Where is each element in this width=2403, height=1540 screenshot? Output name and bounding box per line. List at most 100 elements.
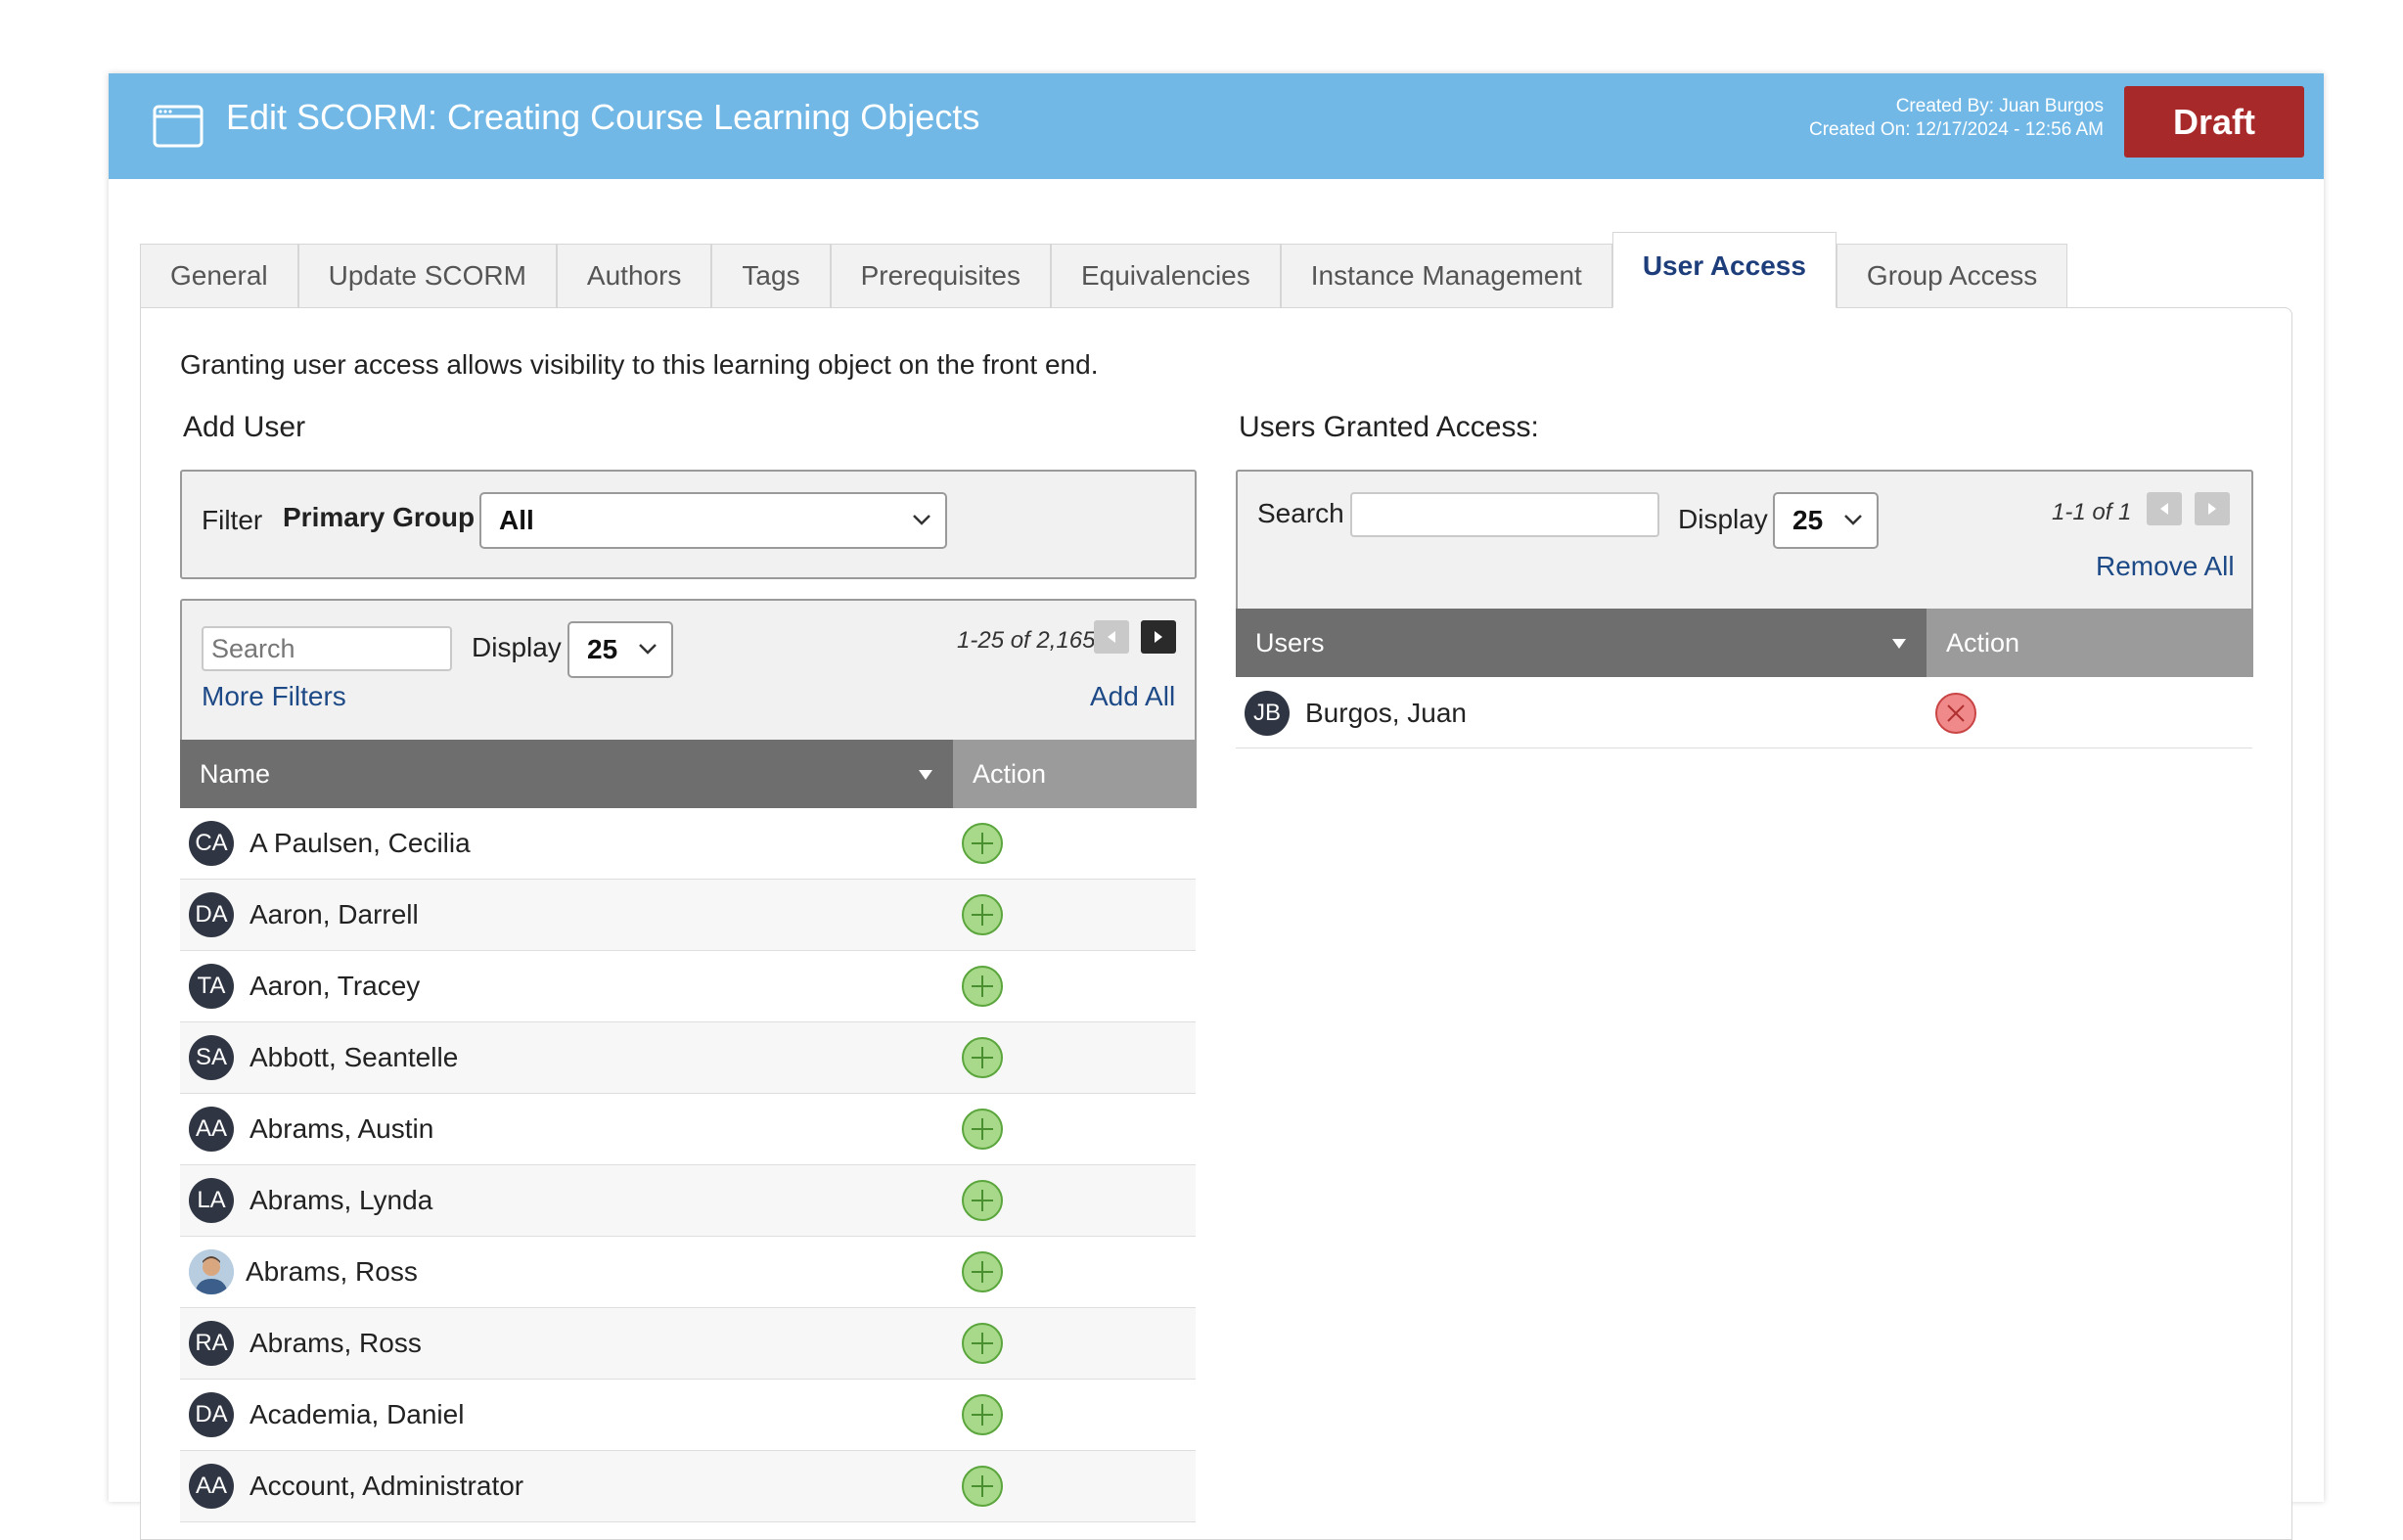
display-label: Display [472, 632, 562, 662]
tab-bar: General Update SCORM Authors Tags Prereq… [140, 232, 2068, 308]
granted-next-page-button[interactable] [2195, 492, 2230, 525]
filter-label: Filter [202, 505, 263, 535]
avatar: AA [189, 1107, 234, 1152]
primary-group-value: All [499, 505, 534, 535]
tab-instance-management[interactable]: Instance Management [1280, 244, 1612, 308]
table-row: RA Abrams, Ross [180, 1308, 1196, 1380]
users-column-label: Users [1255, 627, 1325, 657]
chevron-down-icon [1844, 515, 1862, 525]
table-row: SA Abbott, Seantelle [180, 1022, 1196, 1094]
granted-user-row: JB Burgos, Juan [1236, 679, 2252, 748]
user-name: Abrams, Austin [249, 1113, 434, 1144]
created-on: Created On: 12/17/2024 - 12:56 AM [1808, 119, 2104, 140]
name-column-label: Name [200, 758, 271, 789]
granted-search-label: Search [1257, 498, 1344, 528]
user-name: Abrams, Ross [246, 1256, 418, 1287]
tab-equivalencies[interactable]: Equivalencies [1050, 244, 1281, 308]
primary-group-label: Primary Group [283, 502, 476, 532]
tab-authors[interactable]: Authors [556, 244, 712, 308]
avatar: DA [189, 892, 234, 937]
add-user-icon[interactable] [961, 1465, 1004, 1508]
filter-box: Filter Primary Group All [180, 470, 1197, 579]
tab-tags[interactable]: Tags [711, 244, 831, 308]
table-row: AA Account, Administrator [180, 1451, 1196, 1522]
primary-group-select[interactable]: All [479, 492, 947, 549]
granted-table-header: Users Action [1236, 609, 2253, 677]
arrow-right-icon [2208, 503, 2216, 515]
avatar: LA [189, 1178, 234, 1223]
user-name: Abrams, Ross [249, 1328, 422, 1358]
add-user-toolbar: Search Display 25 1-25 of 2,165 More Fil… [180, 599, 1197, 742]
add-user-icon[interactable] [961, 1250, 1004, 1293]
add-user-list: CA A Paulsen, Cecilia DA Aaron, Darrell … [180, 808, 1196, 1522]
page-title: Edit SCORM: Creating Course Learning Obj… [226, 97, 980, 137]
user-name: Abrams, Lynda [249, 1185, 433, 1215]
display-value: 25 [587, 634, 618, 664]
action-column-header: Action [953, 740, 1197, 808]
sort-down-icon [919, 770, 932, 780]
user-photo-avatar [189, 1249, 234, 1294]
avatar: SA [189, 1035, 234, 1080]
table-row: DA Aaron, Darrell [180, 880, 1196, 951]
draft-status-button[interactable]: Draft [2124, 86, 2304, 158]
window-icon [153, 105, 204, 148]
user-name: Academia, Daniel [249, 1399, 465, 1429]
user-name: Burgos, Juan [1305, 698, 1467, 728]
granted-action-column-header: Action [1927, 609, 2253, 677]
avatar: RA [189, 1321, 234, 1366]
user-name: Aaron, Tracey [249, 971, 421, 1001]
add-user-icon[interactable] [961, 965, 1004, 1008]
created-meta: Created By: Juan Burgos Created On: 12/1… [1809, 95, 2104, 142]
add-user-search-input[interactable]: Search [202, 626, 452, 671]
add-user-icon[interactable] [961, 1393, 1004, 1436]
tab-user-access[interactable]: User Access [1611, 232, 1836, 308]
avatar: JB [1245, 691, 1290, 736]
granted-display-select[interactable]: 25 [1773, 492, 1879, 549]
more-filters-link[interactable]: More Filters [202, 681, 346, 712]
table-row: TA Aaron, Tracey [180, 951, 1196, 1022]
add-user-icon[interactable] [961, 1322, 1004, 1365]
user-name: Account, Administrator [249, 1471, 524, 1501]
granted-toolbar: Search Display 25 1-1 of 1 Remove All [1236, 470, 2253, 611]
add-all-link[interactable]: Add All [1090, 681, 1175, 712]
add-user-heading: Add User [183, 411, 306, 443]
intro-text: Granting user access allows visibility t… [180, 349, 1099, 380]
granted-display-value: 25 [1792, 505, 1824, 535]
arrow-left-icon [1108, 631, 1115, 643]
add-user-icon[interactable] [961, 1179, 1004, 1222]
granted-prev-page-button[interactable] [2147, 492, 2182, 525]
prev-page-button[interactable] [1094, 620, 1129, 654]
add-user-icon[interactable] [961, 822, 1004, 865]
table-row: CA A Paulsen, Cecilia [180, 808, 1196, 880]
user-name: Abbott, Seantelle [249, 1042, 459, 1072]
next-page-button[interactable] [1141, 620, 1176, 654]
tab-update-scorm[interactable]: Update SCORM [297, 244, 557, 308]
granted-search-input[interactable] [1350, 492, 1659, 537]
avatar: CA [189, 821, 234, 866]
user-name: Aaron, Darrell [249, 899, 419, 929]
tab-prerequisites[interactable]: Prerequisites [830, 244, 1051, 308]
sort-down-icon [1892, 639, 1906, 649]
add-user-icon[interactable] [961, 1108, 1004, 1151]
add-user-icon[interactable] [961, 893, 1004, 936]
name-column-header[interactable]: Name [180, 740, 953, 808]
users-column-header[interactable]: Users [1236, 609, 1927, 677]
table-row: Abrams, Ross [180, 1237, 1196, 1308]
avatar: DA [189, 1392, 234, 1437]
arrow-right-icon [1155, 631, 1162, 643]
display-select[interactable]: 25 [567, 621, 673, 678]
table-row: AA Abrams, Austin [180, 1094, 1196, 1165]
granted-heading: Users Granted Access: [1239, 411, 1539, 443]
table-row: LA Abrams, Lynda [180, 1165, 1196, 1237]
table-row: DA Academia, Daniel [180, 1380, 1196, 1451]
tab-group-access[interactable]: Group Access [1836, 244, 2068, 308]
granted-pager-text: 1-1 of 1 [2052, 499, 2132, 525]
tab-general[interactable]: General [140, 244, 298, 308]
remove-all-link[interactable]: Remove All [2096, 551, 2235, 582]
pager-text: 1-25 of 2,165 [957, 627, 1096, 654]
chevron-down-icon [639, 644, 657, 655]
chevron-down-icon [913, 515, 930, 525]
add-user-icon[interactable] [961, 1036, 1004, 1079]
remove-user-icon[interactable] [1934, 692, 1977, 735]
avatar: AA [189, 1464, 234, 1509]
